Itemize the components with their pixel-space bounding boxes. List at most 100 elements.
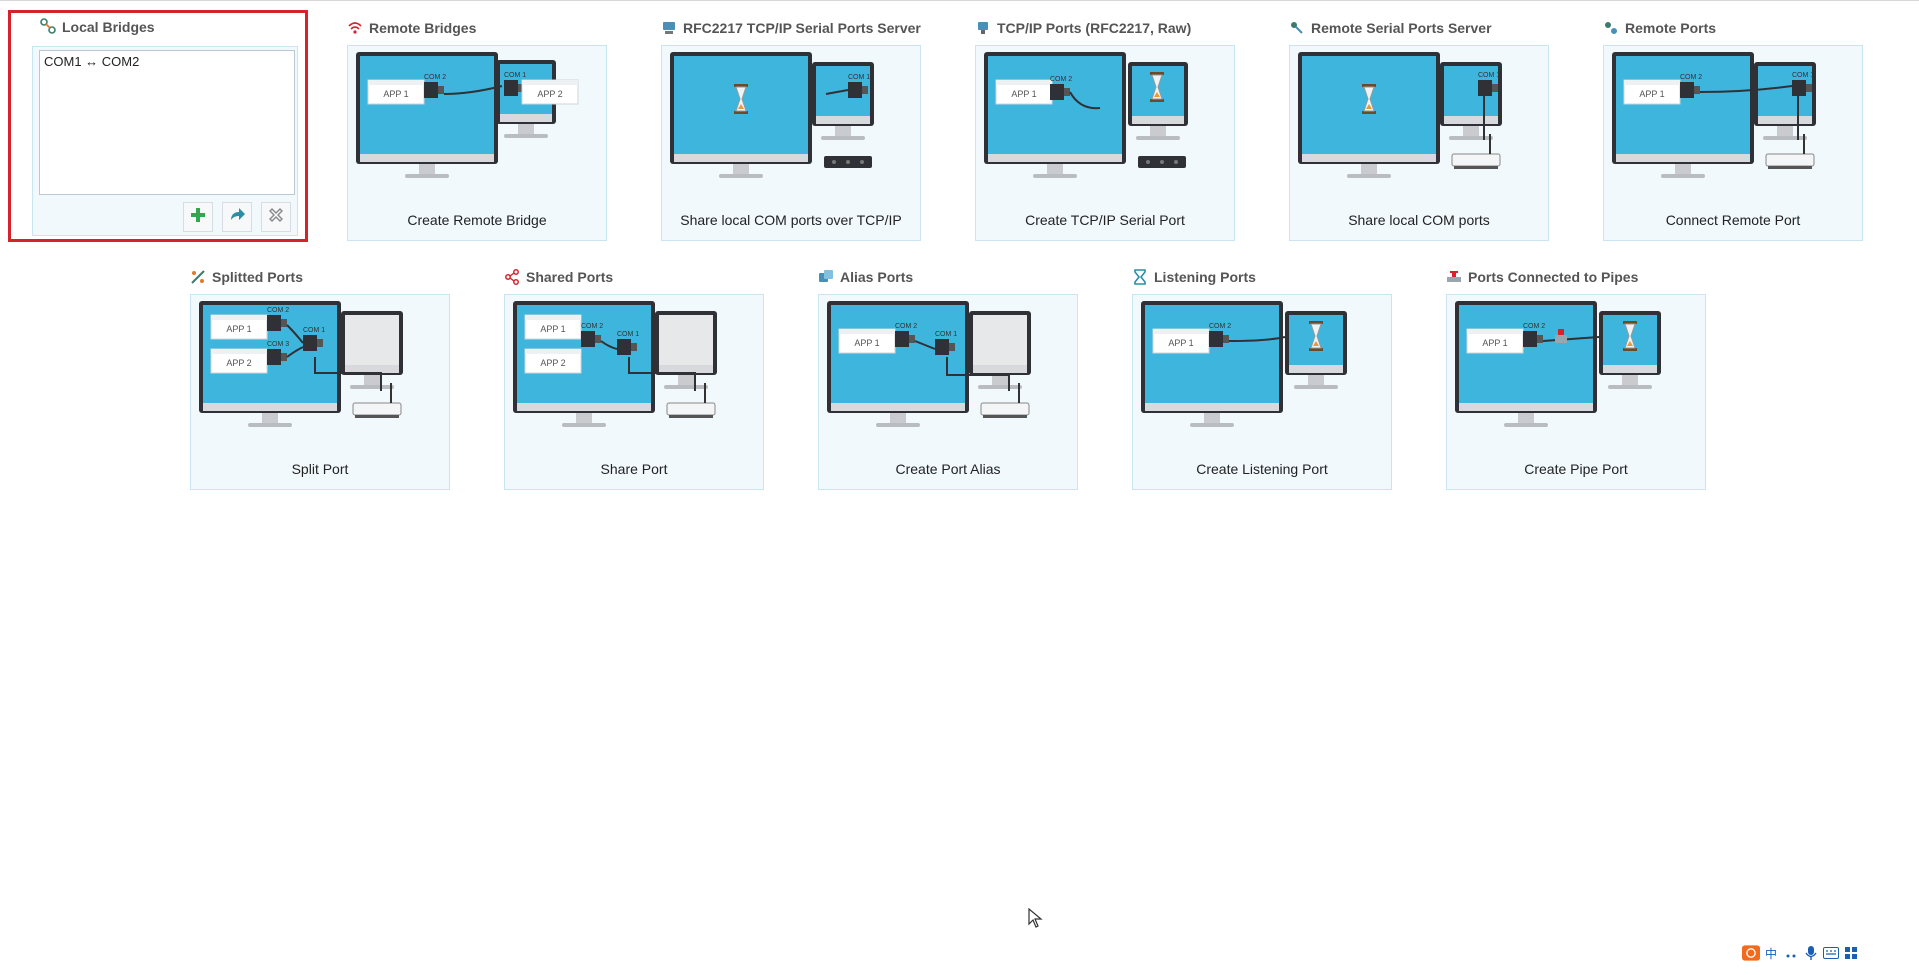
- panel-title: Ports Connected to Pipes: [1468, 269, 1639, 285]
- move-bridge-button[interactable]: [222, 202, 252, 232]
- create-tcpip-port-card[interactable]: APP 1 COM 2 Create TCP/IP Serial Port: [975, 45, 1235, 241]
- mouse-cursor-icon: [1028, 907, 1044, 928]
- remote-bridge-illustration: APP 1 COM 2 COM 1 APP 2: [356, 52, 579, 178]
- svg-text:APP 2: APP 2: [537, 89, 562, 99]
- plus-icon: [189, 206, 207, 229]
- panel-title: Remote Bridges: [369, 20, 477, 36]
- panel-title: Listening Ports: [1154, 269, 1256, 285]
- svg-text:COM 2: COM 2: [1050, 76, 1072, 83]
- svg-text:APP 1: APP 1: [1168, 338, 1193, 348]
- close-x-icon: [268, 207, 284, 228]
- svg-text:COM 2: COM 2: [895, 323, 917, 330]
- panel-title: RFC2217 TCP/IP Serial Ports Server: [683, 20, 921, 36]
- listening-port-illustration: APP 1 COM 2: [1141, 301, 1347, 427]
- card-action-label: Connect Remote Port: [1665, 212, 1801, 228]
- panel-rfc2217-server: RFC2217 TCP/IP Serial Ports Server COM 1…: [661, 17, 923, 247]
- create-listening-port-card[interactable]: APP 1 COM 2 Create Listening Port: [1132, 294, 1392, 490]
- card-action-label: Share local COM ports: [1348, 212, 1490, 228]
- svg-text:APP 1: APP 1: [226, 324, 251, 334]
- svg-text:APP 1: APP 1: [1639, 89, 1664, 99]
- bridge-list[interactable]: COM1 ↔ COM2: [39, 50, 295, 195]
- remote-server-illustration: COM 1: [1298, 52, 1502, 178]
- wifi-icon: [347, 20, 363, 36]
- settings-grid-icon[interactable]: [1842, 944, 1860, 962]
- split-port-card[interactable]: APP 1 APP 2 COM 2 COM 3 COM 1 Split Port: [190, 294, 450, 490]
- alias-icon: [818, 269, 834, 285]
- share-icon: [504, 269, 520, 285]
- svg-text:COM 1: COM 1: [935, 331, 957, 338]
- svg-text:COM 2: COM 2: [581, 323, 603, 330]
- add-bridge-button[interactable]: [183, 202, 213, 232]
- panel-pipe-ports: Ports Connected to Pipes APP 1 COM 2 Crea…: [1446, 266, 1708, 496]
- bridge-icon: [40, 18, 56, 34]
- card-action-label: Create Port Alias: [895, 461, 1001, 477]
- pipe-port-illustration: APP 1 COM 2: [1455, 301, 1661, 427]
- hourglass-icon: [1132, 269, 1148, 285]
- svg-text:COM 2: COM 2: [1523, 323, 1545, 330]
- panel-title: Remote Serial Ports Server: [1311, 20, 1492, 36]
- share-local-com-card[interactable]: COM 1 Share local COM ports: [1289, 45, 1549, 241]
- card-action-label: Create TCP/IP Serial Port: [1025, 212, 1185, 228]
- share-port-card[interactable]: APP 1 APP 2 COM 2 COM 1 Share Port: [504, 294, 764, 490]
- bridge-item[interactable]: COM1 ↔ COM2: [40, 51, 294, 72]
- card-action-label: Create Remote Bridge: [407, 212, 547, 228]
- remote-port-illustration: APP 1 COM 2 COM 1: [1612, 52, 1816, 178]
- svg-text:APP 1: APP 1: [383, 89, 408, 99]
- svg-text:COM 2: COM 2: [1680, 74, 1702, 81]
- svg-text:APP 2: APP 2: [226, 358, 251, 368]
- redo-arrow-icon: [228, 206, 246, 229]
- top-divider: [0, 0, 1919, 1]
- panel-title: Shared Ports: [526, 269, 614, 285]
- card-action-label: Share local COM ports over TCP/IP: [680, 212, 902, 228]
- panel-remote-serial-server: Remote Serial Ports Server COM 1 Share l…: [1289, 17, 1551, 247]
- svg-text:COM 1: COM 1: [848, 74, 870, 81]
- panel-remote-bridges: Remote Bridges APP 1 COM 2 COM 1 APP 2 Crea…: [347, 17, 609, 247]
- panel-header-local-bridges: [40, 18, 56, 39]
- tcpip-server-illustration: COM 1: [670, 52, 874, 178]
- share-com-tcpip-card[interactable]: COM 1 Share local COM ports over TCP/IP: [661, 45, 921, 241]
- split-port-illustration: APP 1 APP 2 COM 2 COM 3 COM 1: [199, 301, 403, 427]
- svg-text:COM 1: COM 1: [504, 72, 526, 79]
- svg-text:COM 1: COM 1: [1792, 72, 1814, 79]
- connect-remote-port-card[interactable]: APP 1 COM 2 COM 1 Connect Remote Port: [1603, 45, 1863, 241]
- panel-title: Alias Ports: [840, 269, 914, 285]
- panel-shared-ports: Shared Ports APP 1 APP 2 COM 2 COM 1 Share …: [504, 266, 766, 496]
- create-pipe-port-card[interactable]: APP 1 COM 2 Create Pipe Port: [1446, 294, 1706, 490]
- port-alias-illustration: APP 1 COM 2 COM 1: [827, 301, 1031, 427]
- svg-text:COM 2: COM 2: [424, 74, 446, 81]
- remove-bridge-button[interactable]: [261, 202, 291, 232]
- panel-tcpip-ports: TCP/IP Ports (RFC2217, Raw) APP 1 COM 2 C…: [975, 17, 1237, 247]
- card-action-label: Create Pipe Port: [1524, 461, 1628, 477]
- panel-listening-ports: Listening Ports APP 1 COM 2 Create Listen…: [1132, 266, 1394, 496]
- remote-server-icon: [1289, 20, 1305, 36]
- card-action-label: Create Listening Port: [1196, 461, 1328, 477]
- card-action-label: Share Port: [600, 461, 668, 477]
- create-remote-bridge-card[interactable]: APP 1 COM 2 COM 1 APP 2 Create Remote Bridg…: [347, 45, 607, 241]
- share-port-illustration: APP 1 APP 2 COM 2 COM 1: [513, 301, 717, 427]
- svg-text:APP 2: APP 2: [540, 358, 565, 368]
- svg-text:COM 3: COM 3: [267, 341, 289, 348]
- svg-text:COM 1: COM 1: [303, 327, 325, 334]
- svg-text:APP 1: APP 1: [540, 324, 565, 334]
- ime-chinese-icon[interactable]: 中: [1762, 944, 1780, 962]
- punctuation-icon[interactable]: [1782, 944, 1800, 962]
- keyboard-icon[interactable]: [1822, 944, 1840, 962]
- sogou-ime-icon[interactable]: [1742, 944, 1760, 962]
- split-icon: [190, 269, 206, 285]
- svg-text:COM 1: COM 1: [1478, 72, 1500, 79]
- local-bridges-card: COM1 ↔ COM2: [32, 46, 298, 236]
- panel-title: TCP/IP Ports (RFC2217, Raw): [997, 20, 1192, 36]
- svg-text:APP 1: APP 1: [1011, 89, 1036, 99]
- microphone-icon[interactable]: [1802, 944, 1820, 962]
- tcpip-port-illustration: APP 1 COM 2: [984, 52, 1188, 178]
- svg-text:COM 2: COM 2: [1209, 323, 1231, 330]
- server-port-icon: [661, 20, 677, 36]
- svg-text:COM 1: COM 1: [617, 331, 639, 338]
- svg-text:APP 1: APP 1: [854, 338, 879, 348]
- panel-title: Splitted Ports: [212, 269, 304, 285]
- panel-splitted-ports: Splitted Ports APP 1 APP 2 COM 2 COM 3 COM 1…: [190, 266, 452, 496]
- ime-toolbar: 中: [1742, 944, 1860, 962]
- create-port-alias-card[interactable]: APP 1 COM 2 COM 1 Create Port Alias: [818, 294, 1078, 490]
- network-port-icon: [975, 20, 991, 36]
- pipe-valve-icon: [1446, 269, 1462, 285]
